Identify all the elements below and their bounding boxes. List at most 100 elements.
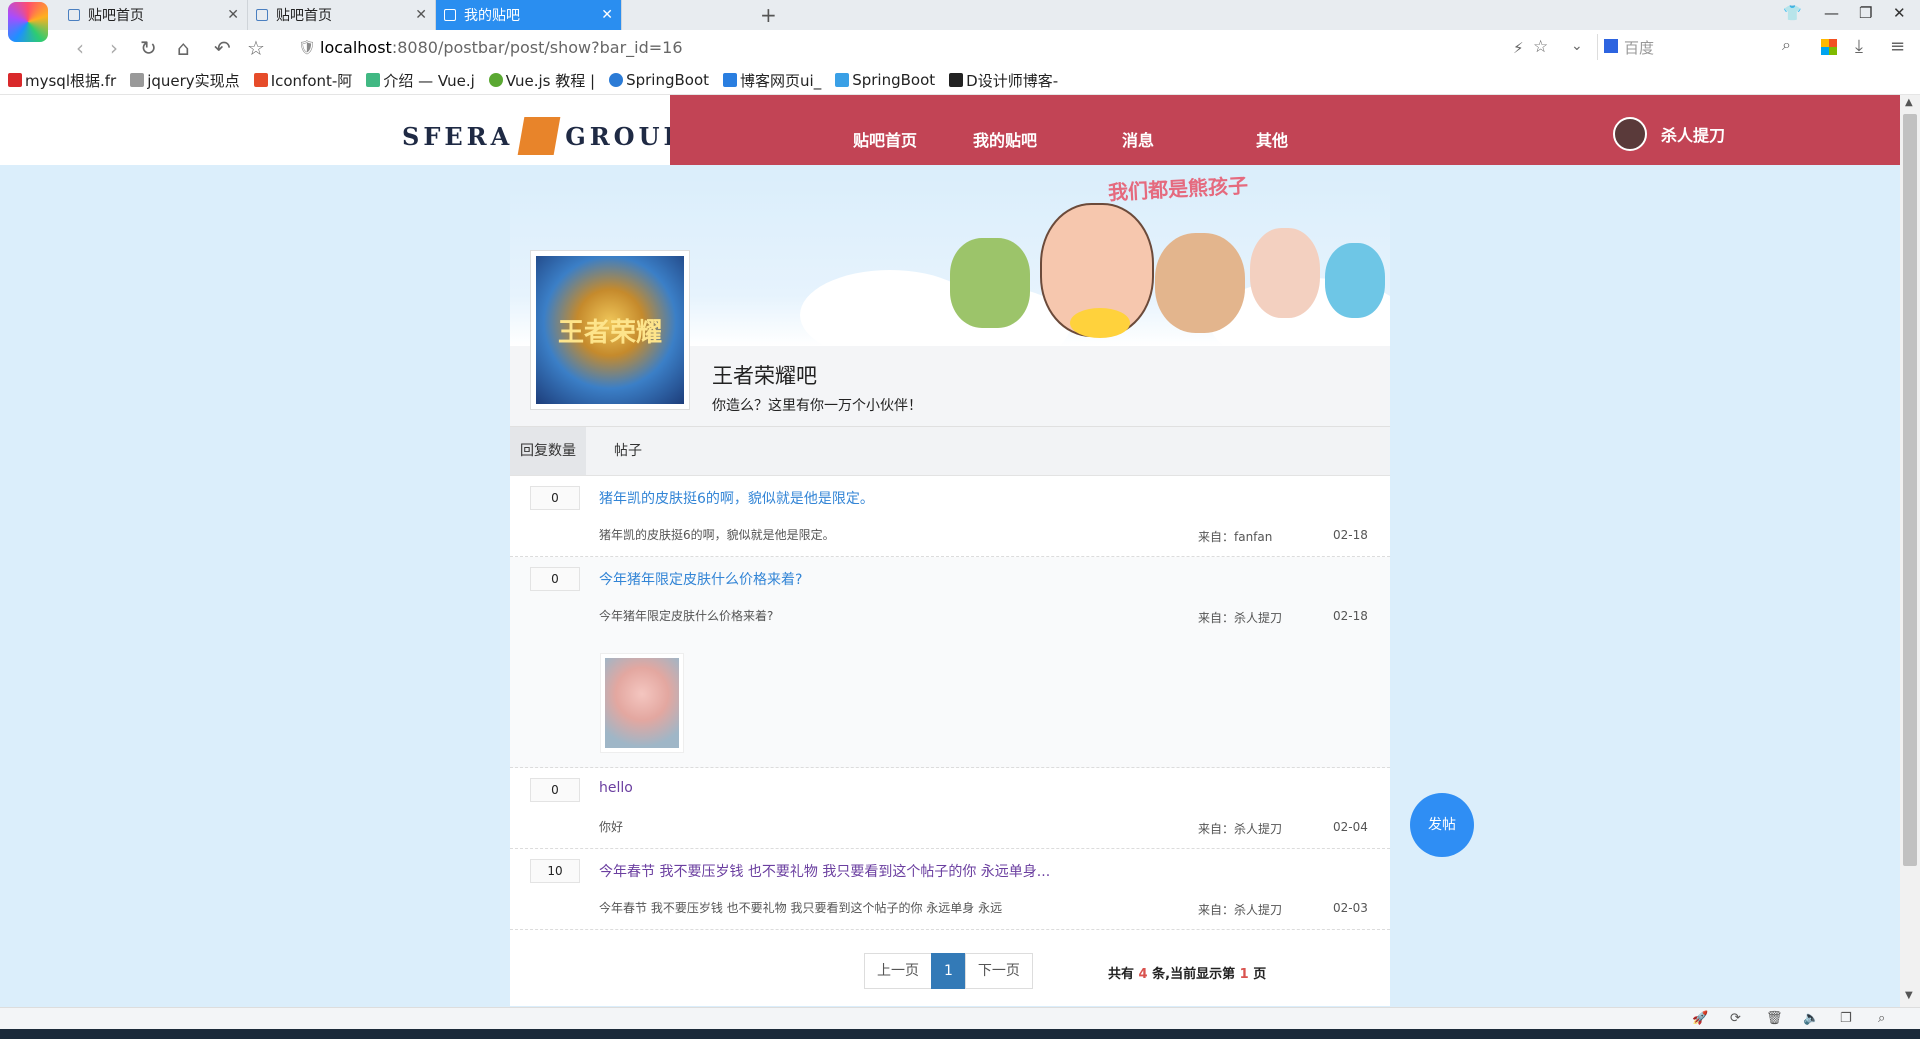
tab-posts[interactable]: 帖子 [604,427,652,475]
bookmark-item[interactable]: 博客网页ui_ [723,70,821,91]
search-icon[interactable]: ⌕ [1782,35,1791,55]
scroll-down-icon[interactable]: ▼ [1905,990,1913,1001]
bookmark-label: Iconfont-阿 [270,71,353,90]
page-icon [68,9,80,21]
window-icon[interactable]: ❐ [1840,1011,1852,1026]
post-title[interactable]: 今年猪年限定皮肤什么价格来着? [599,569,802,589]
post-date: 02-18 [1333,609,1368,623]
prev-page-button[interactable]: 上一页 [864,953,932,989]
list-item: 0 hello 你好 来自：杀人提刀 02-04 [510,768,1390,849]
bookmark-label: SpringBoot [626,71,710,89]
post-date: 02-18 [1333,528,1368,542]
bar-description: 你造么？这里有你一万个小伙伴！ [712,398,922,414]
close-icon[interactable]: ✕ [601,7,613,23]
bar-avatar-image: 王者荣耀 [536,256,684,404]
bar-avatar: 王者荣耀 [530,250,690,410]
bookmark-item[interactable]: jquery实现点 [130,70,240,91]
volume-icon[interactable]: 🔈 [1803,1011,1819,1026]
bookmark-item[interactable]: D设计师博客- [949,70,1058,91]
scroll-up-icon[interactable]: ▲ [1905,97,1913,108]
bookmark-label: D设计师博客- [966,71,1059,90]
flash-icon[interactable]: ⚡ [1513,39,1524,57]
search-box[interactable]: 百度 ⌕ [1597,34,1791,60]
user-menu[interactable]: 杀人提刀 [1613,117,1725,151]
home-icon[interactable]: ⌂ [177,36,190,60]
post-title[interactable]: hello [599,780,633,796]
refresh-icon[interactable]: ↻ [140,36,157,60]
forward-icon[interactable]: › [110,36,118,60]
skin-icon[interactable]: 👕 [1783,4,1802,22]
nav-home[interactable]: 贴吧首页 [853,127,917,151]
username: 杀人提刀 [1661,126,1726,145]
piglet-photo [605,658,679,748]
bookmark-item[interactable]: mysql根据.fr [8,70,116,91]
new-tab-button[interactable]: + [760,3,777,27]
bookmark-icon [366,73,381,87]
page-1-button[interactable]: 1 [931,953,966,989]
bookmark-label: SpringBoot [852,71,936,89]
post-excerpt: 今年猪年限定皮肤什么价格来着? [599,609,774,623]
post-title[interactable]: 今年春节 我不要压岁钱 也不要礼物 我只要看到这个帖子的你 永远单身... [599,861,1050,881]
post-excerpt: 猪年凯的皮肤挺6的啊，貌似就是他是限定。 [599,528,835,542]
browser-logo-icon[interactable] [8,2,48,42]
list-item: 0 今年猪年限定皮肤什么价格来着? 今年猪年限定皮肤什么价格来着? 来自：杀人提… [510,557,1390,768]
bookmark-item[interactable]: Iconfont-阿 [253,70,353,91]
speed-icon[interactable]: ⟳ [1730,1011,1741,1026]
minimize-icon[interactable]: — [1824,4,1839,22]
star-icon[interactable]: ☆ [247,36,265,60]
url-host: localhost [320,38,392,57]
tab-2[interactable]: 贴吧首页 ✕ [248,0,436,30]
bookmark-icon [723,73,738,87]
rocket-icon[interactable]: 🚀 [1692,1011,1708,1026]
zoom-icon[interactable]: ⌕ [1878,1011,1885,1026]
os-taskbar [0,1029,1920,1039]
reply-count: 0 [530,486,580,510]
nav-messages[interactable]: 消息 [1122,127,1154,151]
back-icon[interactable]: ‹ [76,36,84,60]
next-page-button[interactable]: 下一页 [964,953,1033,989]
apps-icon[interactable] [1821,39,1837,55]
reply-count: 0 [530,778,580,802]
nav-other[interactable]: 其他 [1256,127,1288,151]
post-title[interactable]: 猪年凯的皮肤挺6的啊，貌似就是他是限定。 [599,488,874,508]
dropdown-icon[interactable]: ⌄ [1571,38,1583,54]
post-image[interactable] [600,653,684,753]
download-icon[interactable]: ⤓ [1855,36,1863,57]
tab-3-active[interactable]: 我的贴吧 ✕ [436,0,622,30]
bookmark-item[interactable]: SpringBoot [609,71,709,89]
bookmark-icon [835,73,850,87]
close-window-icon[interactable]: ✕ [1893,4,1906,22]
url-field[interactable]: localhost:8080/postbar/post/show?bar_id=… [320,38,683,57]
scrollbar-thumb[interactable] [1903,114,1917,866]
close-icon[interactable]: ✕ [227,7,239,23]
tab-title: 我的贴吧 [464,8,520,24]
bookmark-label: 介绍 — Vue.j [383,71,475,90]
trash-icon[interactable]: 🗑 [1766,1011,1783,1026]
undo-icon[interactable]: ↶ [214,36,231,60]
bookmark-item[interactable]: Vue.js 教程 | [488,70,595,91]
post-excerpt: 今年春节 我不要压岁钱 也不要礼物 我只要看到这个帖子的你 永远单身 永远 [599,901,1003,915]
restore-icon[interactable]: ❐ [1859,4,1872,22]
bookmark-item[interactable]: SpringBoot [835,71,935,89]
bookmark-icon [8,73,22,87]
total-count: 4 [1138,967,1148,982]
reply-count: 10 [530,859,580,883]
page-icon [444,9,456,21]
bar-name: 王者荣耀吧 [712,364,817,388]
bookmark-item[interactable]: 介绍 — Vue.j [366,70,475,91]
logo-mark-icon [517,117,561,155]
avatar [1613,117,1647,151]
bookmark-icon [253,73,268,87]
tab-1[interactable]: 贴吧首页 ✕ [60,0,248,30]
close-icon[interactable]: ✕ [415,7,427,23]
tab-title: 贴吧首页 [276,8,332,24]
post-author: 来自：fanfan [1198,530,1273,544]
bookmark-star-icon[interactable]: ☆ [1533,37,1548,57]
site-logo[interactable]: SFERA GROUP [402,117,686,155]
logo-text-left: SFERA [402,121,514,151]
new-post-button[interactable]: 发帖 [1410,793,1474,857]
post-excerpt: 你好 [599,820,624,834]
nav-my-bar[interactable]: 我的贴吧 [973,127,1037,151]
tab-reply-count[interactable]: 回复数量 [510,427,586,475]
menu-icon[interactable]: ≡ [1890,36,1905,57]
